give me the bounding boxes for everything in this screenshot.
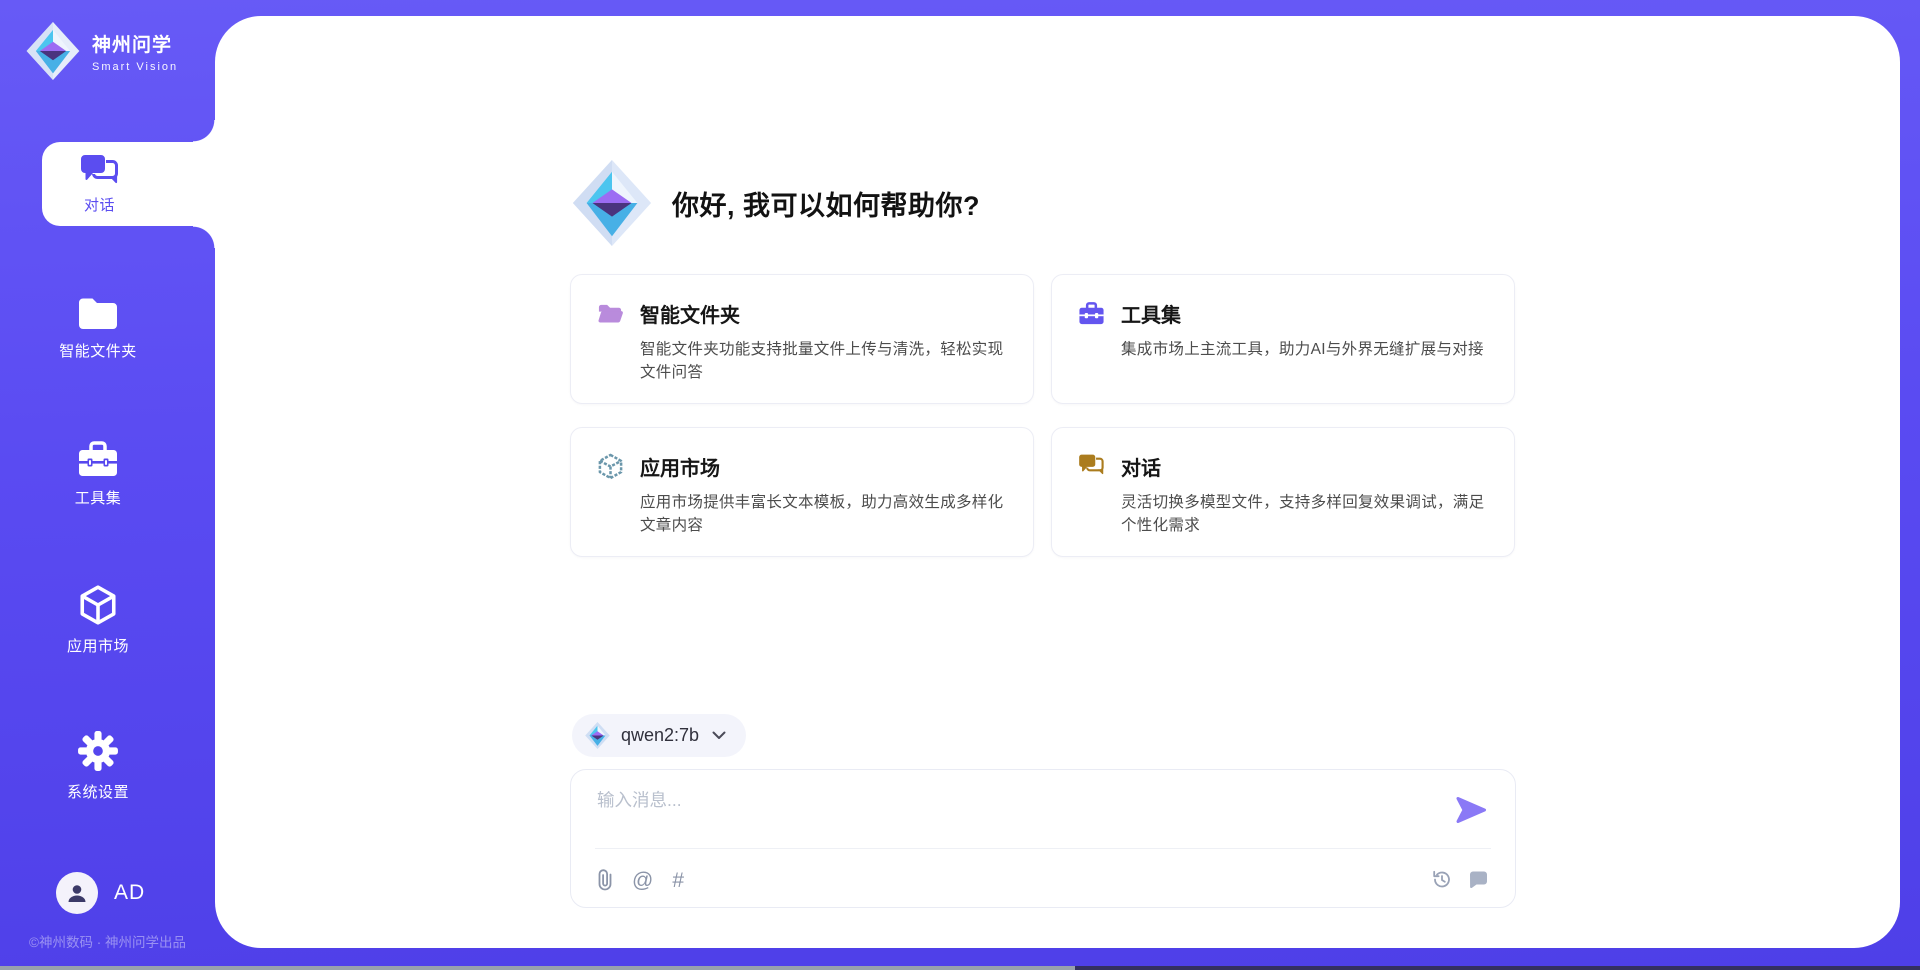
card-title: 智能文件夹 — [640, 299, 740, 328]
user-label: AD — [114, 881, 145, 905]
brand: 神州问学 Smart Vision — [26, 22, 178, 80]
attachment-icon — [597, 868, 613, 892]
brand-name: 神州问学 — [92, 30, 178, 57]
gear-icon — [77, 730, 119, 772]
history-button[interactable] — [1431, 869, 1452, 890]
card-app-market[interactable]: 应用市场 应用市场提供丰富长文本模板，助力高效生成多样化文章内容 — [570, 427, 1034, 557]
chat-bubbles-icon — [1078, 453, 1105, 480]
avatar — [56, 872, 98, 914]
sidebar-item-label: 智能文件夹 — [59, 340, 137, 361]
card-toolset[interactable]: 工具集 集成市场上主流工具，助力AI与外界无缝扩展与对接 — [1051, 274, 1515, 404]
card-description: 智能文件夹功能支持批量文件上传与清洗，轻松实现文件问答 — [640, 338, 1007, 385]
sidebar-item-label: 对话 — [84, 194, 115, 215]
sidebar-item-settings[interactable]: 系统设置 — [40, 730, 156, 802]
sidebar-item-toolset[interactable]: 工具集 — [40, 440, 156, 508]
model-name: qwen2:7b — [621, 725, 699, 746]
cube-icon — [77, 584, 119, 626]
brand-diamond-logo-icon — [26, 22, 80, 80]
card-title: 工具集 — [1121, 299, 1181, 328]
greeting-diamond-logo-icon — [572, 160, 652, 246]
message-input[interactable] — [597, 787, 1397, 843]
card-description: 集成市场上主流工具，助力AI与外界无缝扩展与对接 — [1121, 338, 1488, 361]
chat-template-button[interactable] — [1468, 870, 1489, 889]
model-diamond-logo-icon — [585, 722, 610, 749]
message-composer: @ # — [570, 769, 1516, 908]
sidebar-item-app-market[interactable]: 应用市场 — [40, 584, 156, 656]
card-smart-folder[interactable]: 智能文件夹 智能文件夹功能支持批量文件上传与清洗，轻松实现文件问答 — [570, 274, 1034, 404]
card-title: 对话 — [1121, 452, 1161, 481]
folder-icon — [77, 296, 119, 331]
sidebar-footer: ©神州数码 · 神州问学出品 — [0, 931, 215, 951]
sidebar-item-chat[interactable]: 对话 — [42, 142, 215, 226]
composer-divider — [595, 848, 1491, 849]
chat-icon — [80, 154, 120, 187]
chat-template-icon — [1468, 870, 1489, 889]
sidebar-item-label: 工具集 — [75, 487, 122, 508]
model-selector[interactable]: qwen2:7b — [572, 714, 746, 757]
brand-subtitle: Smart Vision — [92, 61, 178, 73]
open-folder-icon — [597, 300, 624, 327]
attachment-button[interactable] — [597, 868, 613, 892]
cube-grid-icon — [597, 453, 624, 480]
toolbox-icon — [1078, 300, 1105, 327]
greeting: 你好, 我可以如何帮助你? — [572, 160, 980, 246]
app-window: 神州问学 Smart Vision 对话 智能文件夹 — [0, 0, 1920, 970]
sidebar-item-label: 应用市场 — [67, 635, 129, 656]
card-chat[interactable]: 对话 灵活切换多模型文件，支持多样回复效果调试，满足个性化需求 — [1051, 427, 1515, 557]
send-icon — [1455, 795, 1487, 825]
window-bottom-edge — [0, 966, 1920, 970]
chevron-down-icon — [712, 731, 726, 740]
sidebar-item-smart-folder[interactable]: 智能文件夹 — [40, 296, 156, 361]
user-avatar-icon — [65, 881, 89, 905]
card-title: 应用市场 — [640, 452, 720, 481]
send-button[interactable] — [1455, 795, 1487, 825]
sidebar-item-label: 系统设置 — [67, 781, 129, 802]
history-icon — [1431, 869, 1452, 890]
card-description: 应用市场提供丰富长文本模板，助力高效生成多样化文章内容 — [640, 491, 1007, 538]
card-description: 灵活切换多模型文件，支持多样回复效果调试，满足个性化需求 — [1121, 491, 1488, 538]
mention-icon[interactable]: @ — [632, 870, 653, 891]
hashtag-icon[interactable]: # — [672, 870, 684, 891]
user-profile[interactable]: AD — [56, 872, 145, 914]
feature-cards: 智能文件夹 智能文件夹功能支持批量文件上传与清洗，轻松实现文件问答 工具集 集成… — [570, 274, 1515, 557]
greeting-text: 你好, 我可以如何帮助你? — [672, 184, 980, 223]
toolbox-icon — [77, 440, 119, 478]
